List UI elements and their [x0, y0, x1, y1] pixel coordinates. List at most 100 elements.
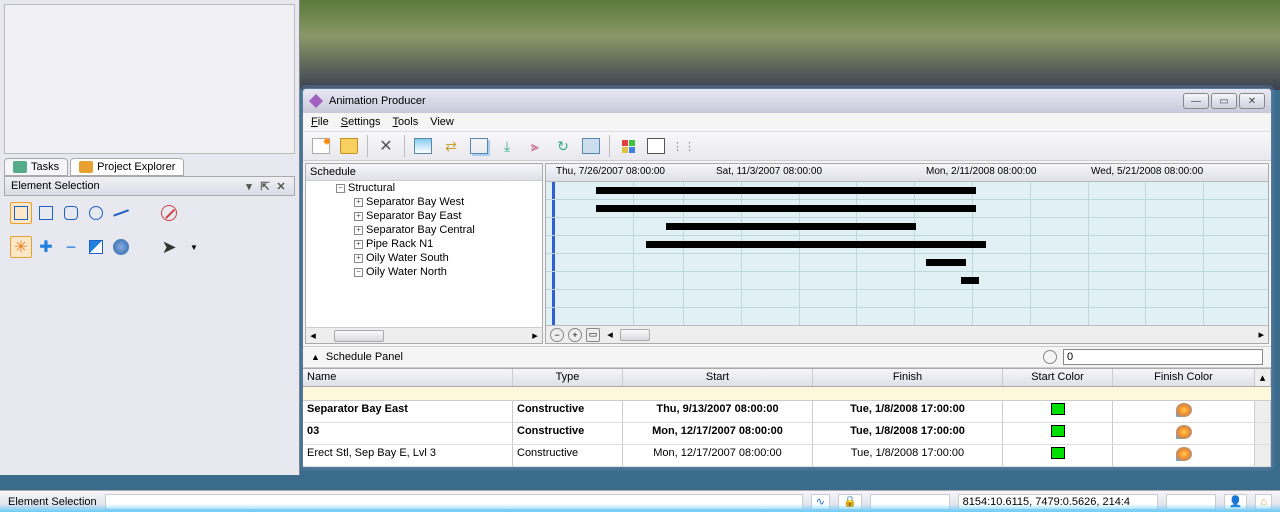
collapse-icon[interactable]: −: [336, 184, 345, 193]
menu-bar: File Settings Tools View: [303, 113, 1271, 132]
selection-tools-row2: ✳ ✚ − ➤ ▼: [0, 230, 299, 264]
select-rounded-tool[interactable]: [60, 202, 82, 224]
expand-icon[interactable]: +: [354, 212, 363, 221]
open-file-button[interactable]: [337, 134, 361, 158]
dropdown-arrow[interactable]: ▼: [183, 236, 205, 258]
menu-file[interactable]: File: [311, 116, 329, 128]
link-button[interactable]: ⇄: [439, 134, 463, 158]
select-line-tool[interactable]: [110, 202, 132, 224]
preview-button[interactable]: [644, 134, 668, 158]
window-title: Animation Producer: [329, 95, 426, 107]
tree-root[interactable]: − Structural: [336, 181, 542, 195]
tree-node[interactable]: +Oily Water South: [336, 251, 542, 265]
timeline-button[interactable]: ⫸: [523, 134, 547, 158]
toolbar: ✸ ✕ ⇄ ⤓ ⫸ ↻ ⋮⋮: [303, 132, 1271, 161]
gantt-bar[interactable]: [961, 277, 979, 284]
schedule-panel-title: Schedule Panel: [326, 351, 403, 363]
time-input[interactable]: [1063, 349, 1263, 365]
table-row[interactable]: Erect Stl, Sep Bay E, Lvl 3ConstructiveM…: [303, 445, 1271, 467]
timeline-date: Sat, 11/3/2007 08:00:00: [716, 166, 822, 177]
script-button[interactable]: [411, 134, 435, 158]
col-type[interactable]: Type: [513, 369, 623, 386]
panel-title: Element Selection: [11, 180, 100, 192]
tree-node[interactable]: +Separator Bay East: [336, 209, 542, 223]
disable-tool[interactable]: [158, 202, 180, 224]
gantt-bar[interactable]: [646, 241, 986, 248]
gantt-bar[interactable]: [596, 187, 976, 194]
timeline-date: Mon, 2/11/2008 08:00:00: [926, 166, 1036, 177]
select-crosshair-tool[interactable]: ✳: [10, 236, 32, 258]
schedule-tree: Schedule − Structural +Separator Bay Wes…: [305, 163, 543, 344]
table-row[interactable]: 03ConstructiveMon, 12/17/2007 08:00:00Tu…: [303, 423, 1271, 445]
grid-header: Name Type Start Finish Start Color Finis…: [303, 369, 1271, 387]
window-titlebar[interactable]: Animation Producer — ▭ ✕: [303, 89, 1271, 113]
tab-tasks[interactable]: Tasks: [4, 158, 68, 176]
globe-tool[interactable]: [110, 236, 132, 258]
tree-node[interactable]: +Separator Bay West: [336, 195, 542, 209]
scroll-thumb[interactable]: [334, 330, 384, 342]
clock-icon: [1043, 350, 1057, 364]
menu-view[interactable]: View: [430, 116, 454, 128]
delete-button[interactable]: ✕: [374, 134, 398, 158]
col-name[interactable]: Name: [303, 369, 513, 386]
tree-hscroll[interactable]: ◂ ▸: [306, 327, 542, 343]
collapse-icon[interactable]: −: [354, 268, 363, 277]
close-icon[interactable]: ✕: [274, 179, 288, 193]
col-start[interactable]: Start: [623, 369, 813, 386]
add-selection-tool[interactable]: ✚: [35, 236, 57, 258]
schedule-panel-header: ▲ Schedule Panel: [303, 346, 1271, 368]
select-oval-tool[interactable]: [85, 202, 107, 224]
minimize-button[interactable]: —: [1183, 93, 1209, 109]
expand-icon[interactable]: +: [354, 254, 363, 263]
gantt-bar[interactable]: [666, 223, 916, 230]
export-button[interactable]: ⤓: [495, 134, 519, 158]
gantt-rows: [546, 182, 1268, 325]
select-box-tool[interactable]: [35, 202, 57, 224]
unpin-icon[interactable]: ⇱: [258, 179, 272, 193]
element-selection-header: Element Selection ▾ ⇱ ✕: [4, 176, 295, 196]
col-start-color[interactable]: Start Color: [1003, 369, 1113, 386]
tree-node[interactable]: +Separator Bay Central: [336, 223, 542, 237]
table-row[interactable]: Separator Bay EastConstructiveThu, 9/13/…: [303, 401, 1271, 423]
pointer-tool[interactable]: ➤: [158, 236, 180, 258]
tree-node[interactable]: −Oily Water North: [336, 265, 542, 279]
tree-root-label: Structural: [348, 182, 395, 194]
tree-node[interactable]: +Pipe Rack N1: [336, 237, 542, 251]
app-icon: [309, 94, 323, 108]
zoom-out-icon[interactable]: −: [550, 328, 564, 342]
scroll-up-icon[interactable]: ▴: [1255, 369, 1271, 386]
3d-viewport[interactable]: [300, 0, 1280, 90]
settings-button[interactable]: [579, 134, 603, 158]
subtract-selection-tool[interactable]: −: [60, 236, 82, 258]
fit-icon[interactable]: ▭: [586, 328, 600, 342]
menu-tools[interactable]: Tools: [393, 116, 419, 128]
invert-selection-tool[interactable]: [85, 236, 107, 258]
tab-label: Tasks: [31, 161, 59, 173]
col-finish-color[interactable]: Finish Color: [1113, 369, 1255, 386]
grid-dots-button[interactable]: ⋮⋮: [672, 134, 696, 158]
zoom-in-icon[interactable]: +: [568, 328, 582, 342]
expand-icon[interactable]: +: [354, 198, 363, 207]
refresh-button[interactable]: ↻: [551, 134, 575, 158]
gantt-chart[interactable]: Thu, 7/26/2007 08:00:00 Sat, 11/3/2007 0…: [545, 163, 1269, 344]
new-file-button[interactable]: ✸: [309, 134, 333, 158]
maximize-button[interactable]: ▭: [1211, 93, 1237, 109]
menu-settings[interactable]: Settings: [341, 116, 381, 128]
collapse-triangle-icon[interactable]: ▲: [311, 352, 320, 362]
expand-icon[interactable]: +: [354, 226, 363, 235]
timeline-date: Thu, 7/26/2007 08:00:00: [556, 166, 665, 177]
col-finish[interactable]: Finish: [813, 369, 1003, 386]
host-left-panel: Tasks Project Explorer Element Selection…: [0, 0, 300, 475]
pin-icon[interactable]: ▾: [242, 179, 256, 193]
gantt-bar[interactable]: [926, 259, 966, 266]
cascade-button[interactable]: [467, 134, 491, 158]
gantt-scroll-thumb[interactable]: [620, 329, 650, 341]
gantt-bar[interactable]: [596, 205, 976, 212]
tab-project-explorer[interactable]: Project Explorer: [70, 158, 184, 176]
gantt-timeline-header: Thu, 7/26/2007 08:00:00 Sat, 11/3/2007 0…: [546, 164, 1268, 182]
color-grid-button[interactable]: [616, 134, 640, 158]
close-button[interactable]: ✕: [1239, 93, 1265, 109]
tree-header[interactable]: Schedule: [306, 164, 542, 181]
expand-icon[interactable]: +: [354, 240, 363, 249]
select-element-tool[interactable]: [10, 202, 32, 224]
